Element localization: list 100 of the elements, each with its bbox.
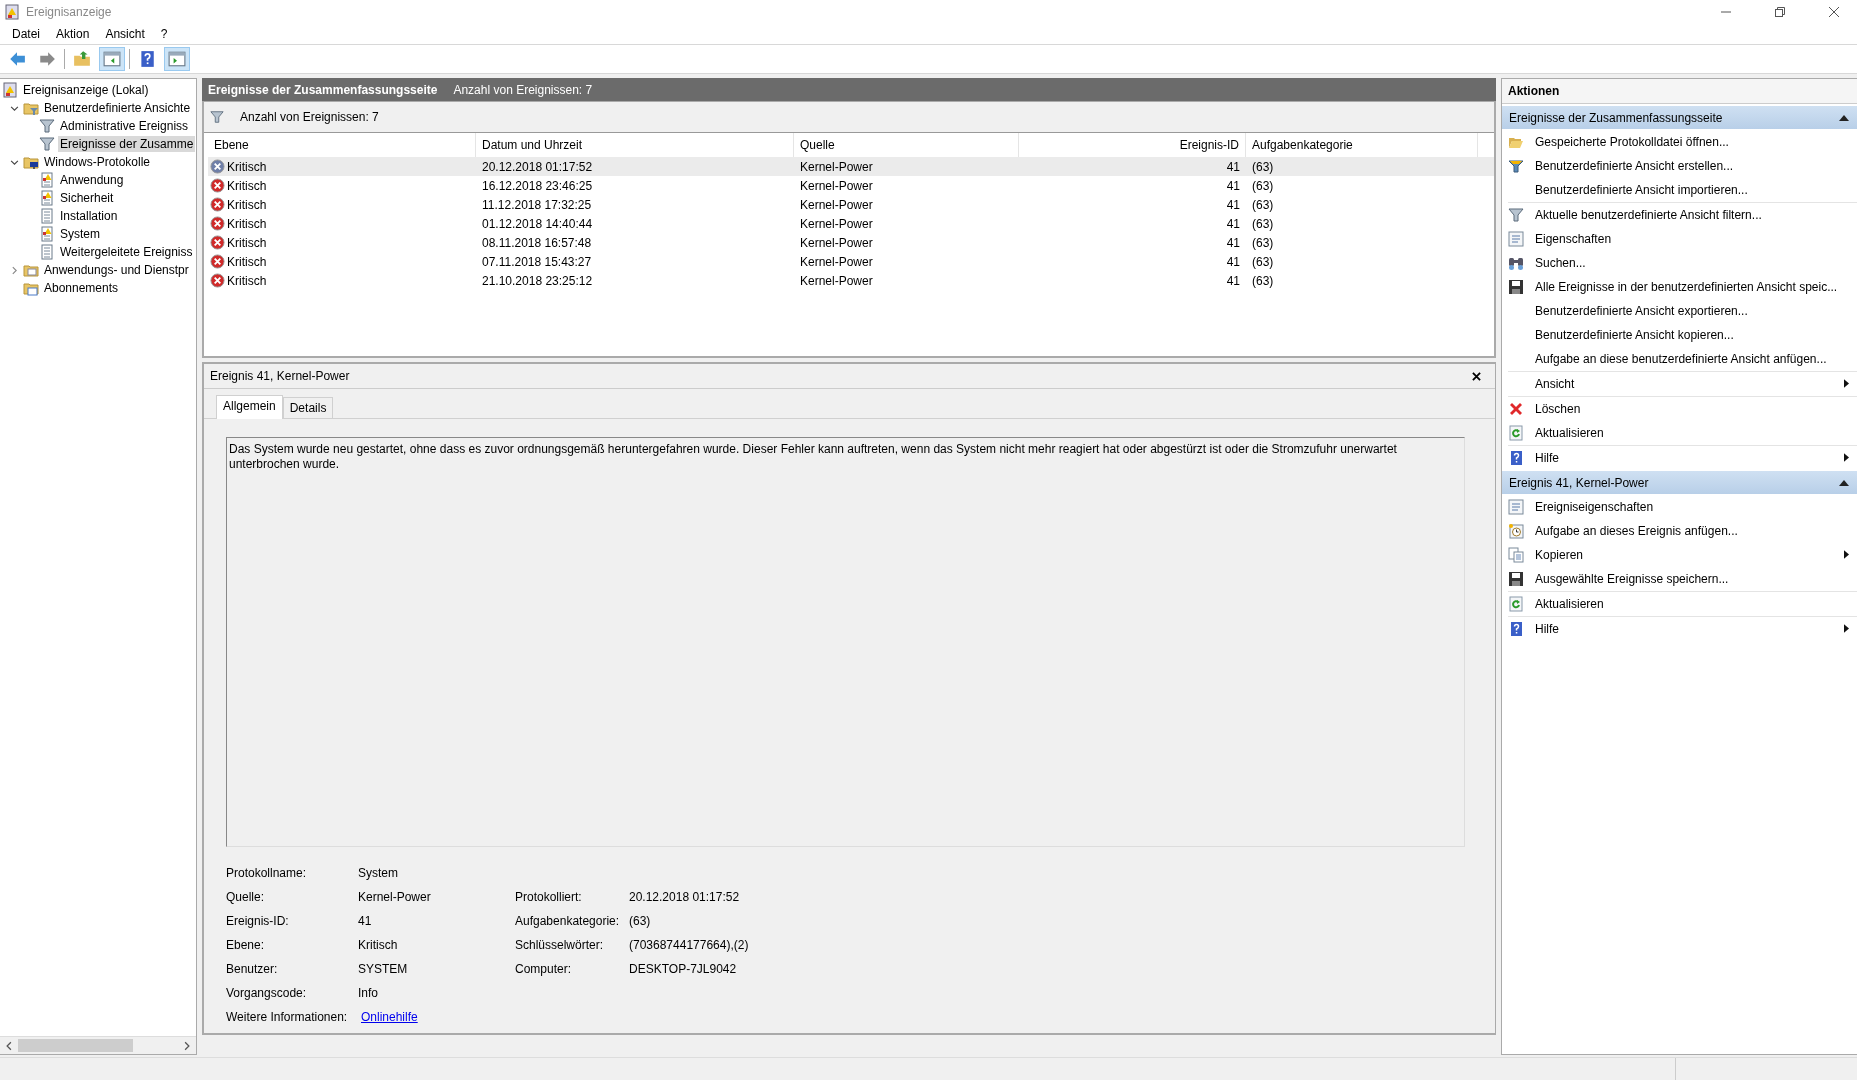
folder-icon [23, 262, 39, 278]
scroll-thumb[interactable] [18, 1039, 133, 1052]
section-header[interactable]: Ereignisse der Zusammenfassungsseite [1502, 106, 1857, 129]
field-label: Vorgangscode: [226, 985, 308, 1001]
forward-arrow-icon[interactable] [38, 50, 56, 68]
section-header[interactable]: Ereignis 41, Kernel-Power [1502, 471, 1857, 494]
table-cell: 20.12.2018 01:17:52 [482, 159, 593, 174]
error-icon [210, 159, 225, 174]
tree-item[interactable]: Windows-Protokolle [42, 154, 153, 170]
table-cell: Kernel-Power [800, 178, 873, 193]
tab[interactable]: Details [282, 397, 334, 418]
close-icon[interactable] [1829, 7, 1839, 17]
action-item[interactable]: Benutzerdefinierte Ansicht erstellen... [1535, 158, 1734, 173]
scroll-right-icon[interactable] [182, 1040, 192, 1051]
table-cell: 01.12.2018 14:40:44 [482, 216, 593, 231]
action-item[interactable]: Ausgewählte Ereignisse speichern... [1535, 571, 1729, 586]
tree-item[interactable]: Installation [58, 208, 120, 224]
log-warning-icon [39, 226, 55, 242]
table-cell: Kernel-Power [800, 273, 873, 288]
action-item[interactable]: Ereigniseigenschaften [1535, 499, 1654, 514]
folder-calendar-icon [23, 280, 39, 296]
action-item[interactable]: Eigenschaften [1535, 231, 1612, 246]
action-item[interactable]: Hilfe [1535, 621, 1559, 636]
table-cell: (63) [1252, 159, 1274, 174]
help-icon[interactable] [138, 50, 156, 68]
action-item[interactable]: Löschen [1535, 401, 1581, 416]
tree-item[interactable]: Abonnements [42, 280, 121, 296]
field-value: DESKTOP-7JL9042 [629, 961, 738, 977]
table-cell: (63) [1252, 254, 1274, 269]
field-value: Kritisch [358, 937, 399, 953]
table-cell: (63) [1252, 273, 1274, 288]
action-item[interactable]: Aufgabe an diese benutzerdefinierte Ansicht anfügen... [1535, 351, 1827, 366]
log-warning-icon [39, 172, 55, 188]
tree-item[interactable]: Ereignisanzeige (Lokal) [21, 82, 151, 98]
action-item[interactable]: Benutzerdefinierte Ansicht importieren... [1535, 182, 1748, 197]
log-warning-icon [39, 190, 55, 206]
tree-item[interactable]: System [58, 226, 102, 242]
action-item[interactable]: Benutzerdefinierte Ansicht kopieren... [1535, 327, 1734, 342]
table-cell: (63) [1252, 197, 1274, 212]
field-label: Quelle: [226, 889, 266, 905]
horizontal-scrollbar[interactable] [0, 1036, 196, 1054]
tree-item[interactable]: Administrative Ereigniss [58, 118, 191, 134]
collapse-arrow-icon[interactable] [1839, 479, 1849, 486]
collapsed-chevron-icon[interactable] [9, 265, 19, 275]
section-title: Ereignisse der Zusammenfassungsseite [1509, 110, 1723, 125]
expanded-chevron-icon[interactable] [9, 103, 19, 113]
error-icon [210, 273, 225, 288]
menu-item[interactable]: Datei [4, 27, 48, 41]
field-label: Schlüsselwörter: [515, 937, 605, 953]
properties-icon [1508, 230, 1524, 247]
tree-item[interactable]: Anwendungs- und Dienstpr [42, 262, 191, 278]
menu-item[interactable]: Ansicht [97, 27, 153, 41]
action-item[interactable]: Alle Ereignisse in der benutzerdefinierten Ansicht speic... [1535, 279, 1838, 294]
collapse-arrow-icon[interactable] [1839, 114, 1849, 121]
console-tree-icon[interactable] [103, 50, 121, 68]
details-title: Ereignis 41, Kernel-Power [210, 369, 350, 383]
action-pane-icon[interactable] [168, 50, 186, 68]
table-cell: 07.11.2018 15:43:27 [482, 254, 592, 269]
field-label: Protokollname: [226, 865, 308, 881]
action-item[interactable]: Suchen... [1535, 255, 1586, 270]
action-item[interactable]: Kopieren [1535, 547, 1584, 562]
tree-item[interactable]: Sicherheit [58, 190, 116, 206]
help-icon [1508, 449, 1524, 466]
action-item[interactable]: Aufgabe an dieses Ereignis anfügen... [1535, 523, 1738, 538]
close-icon[interactable] [1472, 371, 1481, 381]
action-item[interactable]: Aktualisieren [1535, 596, 1604, 611]
action-item[interactable]: Ansicht [1535, 376, 1575, 391]
menu-item[interactable]: Aktion [48, 27, 98, 41]
action-item[interactable]: Gespeicherte Protokolldatei öffnen... [1535, 134, 1729, 149]
table-cell: Kernel-Power [800, 254, 873, 269]
table-cell: Kritisch [227, 197, 267, 212]
table-cell: Kernel-Power [800, 235, 873, 250]
scroll-left-icon[interactable] [4, 1040, 14, 1051]
restore-icon[interactable] [1775, 7, 1785, 17]
action-item[interactable]: Aktualisieren [1535, 425, 1604, 440]
field-label: Ebene: [226, 937, 266, 953]
properties-icon [1508, 498, 1524, 515]
action-item[interactable]: Hilfe [1535, 450, 1559, 465]
table-cell: (63) [1252, 178, 1274, 193]
table-cell: Kernel-Power [800, 216, 873, 231]
field-label: Computer: [515, 961, 573, 977]
event-count: Anzahl von Ereignissen: 7 [453, 82, 593, 97]
table-cell: 08.11.2018 16:57:48 [482, 235, 592, 250]
back-arrow-icon[interactable] [8, 50, 26, 68]
expanded-chevron-icon[interactable] [9, 157, 19, 167]
field-value: SYSTEM [358, 961, 409, 977]
log-icon [39, 208, 55, 224]
action-item[interactable]: Aktuelle benutzerdefinierte Ansicht filtern... [1535, 207, 1762, 222]
filter-icon [1508, 157, 1524, 174]
delete-icon [1508, 400, 1524, 417]
tree-item[interactable]: Weitergeleitete Ereigniss [58, 244, 195, 260]
tree-item[interactable]: Ereignisse der Zusamme [58, 136, 196, 152]
action-item[interactable]: Benutzerdefinierte Ansicht exportieren... [1535, 303, 1748, 318]
tab[interactable]: Allgemein [216, 395, 283, 419]
menu-item[interactable]: ? [152, 27, 176, 41]
table-cell: 41 [1226, 197, 1240, 212]
folder-up-icon[interactable] [73, 50, 91, 68]
tree-item[interactable]: Anwendung [58, 172, 126, 188]
tree-item[interactable]: Benutzerdefinierte Ansichte [42, 100, 193, 116]
help-link[interactable]: Onlinehilfe [361, 1009, 418, 1025]
